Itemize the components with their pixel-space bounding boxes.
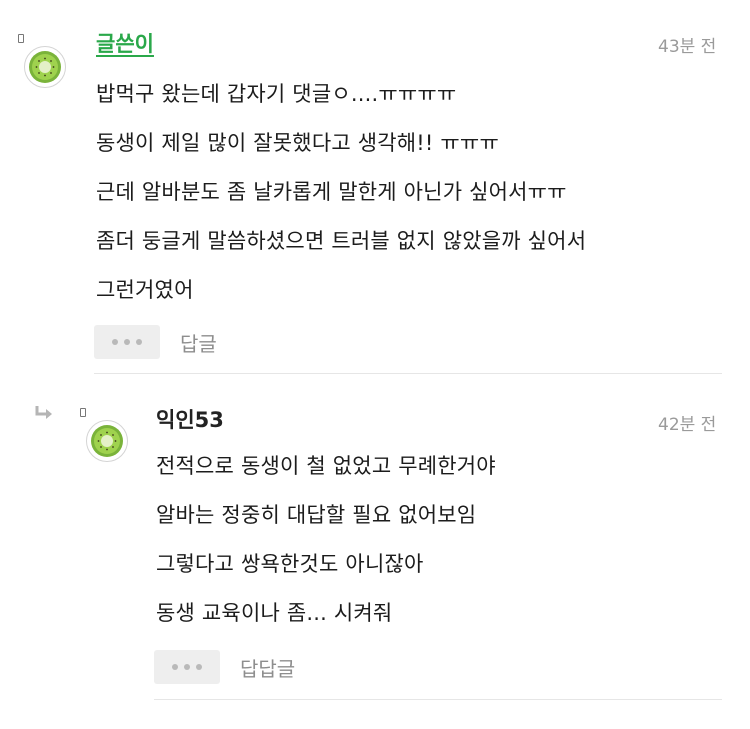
divider — [154, 699, 722, 700]
reply-arrow-icon — [35, 406, 52, 419]
comment-line: 그렇다고 쌍욕한것도 아니잖아 — [156, 552, 424, 576]
avatar[interactable] — [24, 46, 66, 88]
reply-comment-item: 익인53 42분 전 전적으로 동생이 철 없었고 무례한거야 알바는 정중히 … — [0, 380, 750, 729]
comment-line: 근데 알바분도 좀 날카롭게 말한게 아닌가 싶어서ㅠㅠ — [96, 180, 567, 204]
comment-body: 전적으로 동생이 철 없었고 무례한거야 알바는 정중히 대답할 필요 없어보임… — [156, 442, 496, 638]
more-options-button[interactable] — [94, 325, 160, 359]
pin-icon — [80, 408, 86, 417]
comment-line: 동생이 제일 많이 잘못했다고 생각해!! ㅠㅠㅠ — [96, 131, 499, 155]
timestamp: 42분 전 — [658, 415, 717, 435]
divider — [94, 373, 722, 374]
kiwi-icon — [91, 425, 123, 457]
comment-line: 그런거였어 — [96, 278, 194, 302]
reply-button[interactable]: 답답글 — [240, 653, 295, 682]
more-dots-icon — [172, 664, 178, 670]
comment-item: 글쓴이 43분 전 밥먹구 왔는데 갑자기 댓글ㅇ....ㅠㅠㅠㅠ 동생이 제일… — [0, 0, 750, 380]
pin-icon — [18, 34, 24, 43]
avatar[interactable] — [86, 420, 128, 462]
reply-button[interactable]: 답글 — [180, 328, 217, 357]
comment-line: 밥먹구 왔는데 갑자기 댓글ㅇ....ㅠㅠㅠㅠ — [96, 82, 457, 106]
author-name[interactable]: 익인53 — [156, 404, 224, 434]
timestamp: 43분 전 — [658, 37, 717, 57]
comment-line: 전적으로 동생이 철 없었고 무례한거야 — [156, 454, 496, 478]
more-dots-icon — [112, 339, 118, 345]
comment-line: 알바는 정중히 대답할 필요 없어보임 — [156, 503, 477, 527]
comment-line: 좀더 둥글게 말씀하셨으면 트러블 없지 않았을까 싶어서 — [96, 229, 587, 253]
comment-body: 밥먹구 왔는데 갑자기 댓글ㅇ....ㅠㅠㅠㅠ 동생이 제일 많이 잘못했다고 … — [96, 70, 586, 315]
author-name[interactable]: 글쓴이 — [96, 28, 154, 58]
more-options-button[interactable] — [154, 650, 220, 684]
kiwi-icon — [29, 51, 61, 83]
comment-line: 동생 교육이나 좀... 시켜줘 — [156, 601, 393, 625]
